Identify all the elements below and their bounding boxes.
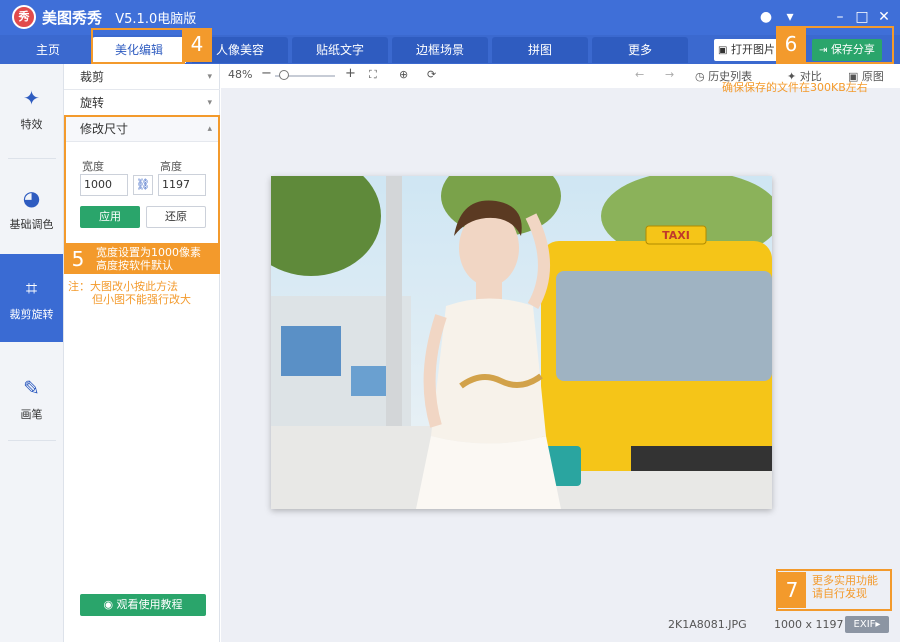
app-title: 美图秀秀 V5.1.0电脑版 [42, 7, 196, 28]
zoom-in-button[interactable]: + [345, 66, 356, 81]
annotation-5-number: 5 [64, 244, 92, 274]
accordion-label: 旋转 [80, 96, 105, 110]
sidebar-item-label: 画笔 [20, 408, 43, 421]
exif-button[interactable]: EXIF▸ [845, 616, 889, 633]
actual-size-icon[interactable]: ⊕ [399, 68, 408, 81]
annotation-5b-note: 注：大图改小按此方法 但小图不能强行改大 [68, 280, 191, 306]
magic-wand-icon: ✦ [23, 86, 40, 110]
zoom-slider-handle[interactable] [279, 70, 289, 80]
fit-icon[interactable]: ⛶ [369, 68, 377, 82]
annotation-5-line1: 宽度设置为1000像素 [96, 246, 201, 259]
sidebar-item-basic-color[interactable]: ◕ 基础调色 [0, 164, 63, 252]
annotation-5b-line1: 注：大图改小按此方法 [68, 280, 178, 293]
taxi-sign: TAXI [662, 229, 690, 242]
crop-icon: ⌗ [25, 276, 38, 300]
app-name: 美图秀秀 [42, 9, 103, 27]
tab-sticker-text[interactable]: 贴纸文字 [292, 37, 388, 63]
annotation-4-box [91, 28, 185, 64]
photo-image: TAXI [271, 176, 772, 509]
sidebar-item-label: 特效 [20, 118, 43, 131]
chat-icon[interactable]: ● [756, 7, 776, 27]
annotation-4-number: 4 [182, 28, 212, 62]
minimize-icon[interactable]: – [830, 7, 850, 27]
zoom-level: 48% [228, 68, 253, 81]
eye-icon: ◉ [103, 598, 114, 611]
annotation-7-line1: 更多实用功能 [812, 574, 878, 587]
open-image-label: 打开图片 [730, 43, 775, 56]
close-icon[interactable]: ✕ [874, 7, 894, 27]
annotation-6-number: 6 [776, 28, 806, 62]
undo-icon[interactable]: ← [635, 68, 644, 81]
annotation-5b-line2: 但小图不能强行改大 [92, 293, 191, 306]
annotation-7-line2: 请自行发现 [812, 587, 867, 600]
chevron-down-icon: ▾ [207, 72, 212, 82]
app-logo: 秀 [12, 5, 36, 29]
accordion-rotate[interactable]: 旋转 ▾ [64, 90, 220, 116]
divider [8, 158, 56, 159]
tab-frame-scene[interactable]: 边框场景 [392, 37, 488, 63]
maximize-icon[interactable]: □ [852, 7, 872, 27]
open-image-button[interactable]: ▣ 打开图片 [714, 39, 784, 61]
brush-icon: ✎ [23, 376, 40, 400]
sidebar-item-effects[interactable]: ✦ 特效 [0, 64, 63, 152]
annotation-7-number: 7 [778, 572, 806, 608]
annotation-6-note: 确保保存的文件在300KB左右 [722, 81, 868, 94]
annotation-7-note: 更多实用功能 请自行发现 [812, 574, 878, 600]
palette-icon: ◕ [22, 186, 41, 210]
tab-collage[interactable]: 拼图 [492, 37, 588, 63]
image-dimensions: 1000 x 1197 [774, 618, 844, 631]
annotation-5-line2: 高度按软件默认 [96, 259, 173, 272]
tab-more[interactable]: 更多 [592, 37, 688, 63]
tab-home[interactable]: 主页 [0, 37, 96, 63]
menu-icon[interactable]: ▾ [780, 7, 800, 27]
annotation-5-note: 宽度设置为1000像素 高度按软件默认 [92, 244, 220, 274]
accordion-label: 裁剪 [80, 70, 105, 84]
tutorial-label: 观看使用教程 [116, 598, 183, 611]
redo-icon[interactable]: → [665, 68, 674, 81]
tutorial-button[interactable]: ◉ 观看使用教程 [80, 594, 206, 616]
zoom-out-button[interactable]: − [261, 66, 272, 81]
accordion-crop[interactable]: 裁剪 ▾ [64, 64, 220, 90]
sidebar-item-label: 裁剪旋转 [9, 308, 54, 321]
sidebar-item-crop-rotate[interactable]: ⌗ 裁剪旋转 [0, 254, 63, 342]
image-icon: ▣ [718, 45, 728, 56]
tool-sidebar: ✦ 特效 ◕ 基础调色 ⌗ 裁剪旋转 ✎ 画笔 [0, 64, 64, 642]
sidebar-item-label: 基础调色 [9, 218, 54, 231]
photo-preview[interactable]: TAXI [271, 176, 772, 509]
annotation-5-box [64, 115, 220, 245]
clock-icon: ◷ [695, 70, 705, 83]
chevron-down-icon: ▾ [207, 98, 212, 108]
rotate-icon[interactable]: ⟳ [427, 68, 436, 81]
app-version: V5.1.0电脑版 [115, 12, 197, 27]
sidebar-item-brush[interactable]: ✎ 画笔 [0, 354, 63, 442]
file-name: 2K1A8081.JPG [668, 618, 747, 631]
